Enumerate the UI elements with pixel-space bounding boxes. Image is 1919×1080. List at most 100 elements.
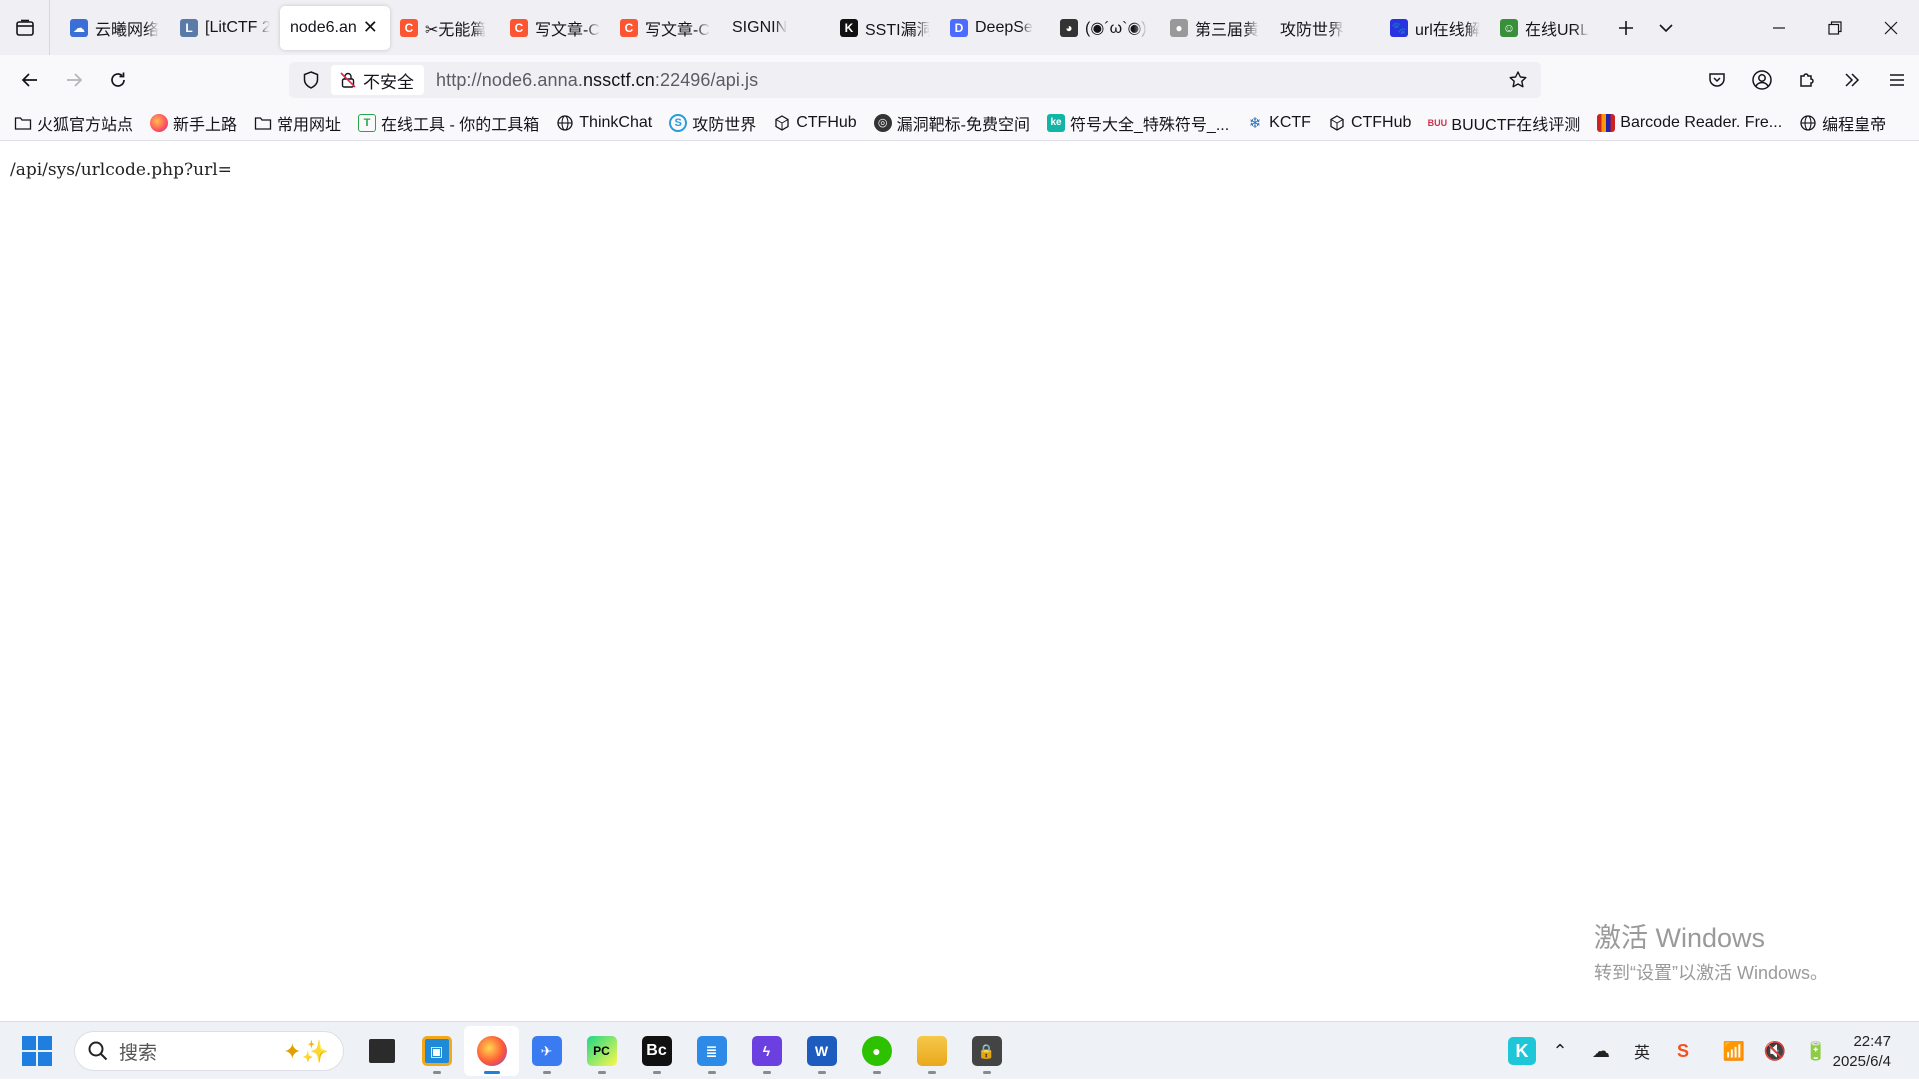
close-tab-icon[interactable]: ✕	[363, 17, 378, 38]
taskbar-app-remote[interactable]: ▣	[409, 1026, 464, 1076]
volume-muted-icon[interactable]: 🔇	[1758, 1034, 1792, 1068]
tab[interactable]: ☺ 在线URL	[1490, 6, 1600, 50]
bookmark-item[interactable]: ke 符号大全_特殊符号_...	[1047, 111, 1229, 135]
chevron-down-icon	[1659, 23, 1673, 32]
site-security-button[interactable]: 不安全	[331, 65, 424, 95]
csdn-favicon-icon: C	[620, 18, 638, 37]
tab[interactable]: ☁ 云曦网络	[60, 6, 170, 50]
kuaike-tray-icon[interactable]: K	[1508, 1037, 1536, 1065]
onedrive-offline-icon[interactable]: ☁	[1584, 1034, 1618, 1068]
pocket-button[interactable]	[1694, 60, 1739, 100]
taskbar-clock[interactable]: 22:47 2025/6/4	[1833, 1032, 1891, 1072]
bookmark-item[interactable]: ◎ 漏洞靶标-免费空间	[873, 111, 1030, 135]
close-window-button[interactable]	[1863, 0, 1919, 55]
battery-icon[interactable]: 🔋	[1799, 1034, 1833, 1068]
bookmark-item[interactable]: Barcode Reader. Fre...	[1597, 113, 1782, 132]
forward-button[interactable]	[52, 58, 96, 102]
tab-strip: ☁ 云曦网络 L [LitCTF 2 node6.an ✕ C ✂无能篇 C 写文章-C …	[50, 0, 1600, 55]
tab-label: SIGNIN	[732, 18, 788, 36]
account-icon	[1751, 70, 1772, 90]
tab[interactable]: ◕ (◉´ω`◉)	[1050, 6, 1160, 50]
taskbar-app-word[interactable]: W	[794, 1026, 849, 1076]
sogou-icon[interactable]: S	[1666, 1034, 1700, 1068]
tab[interactable]: C ✂无能篇	[390, 6, 500, 50]
bookmark-star-button[interactable]	[1503, 65, 1533, 95]
url-bar[interactable]: 不安全 http://node6.anna.nssctf.cn:22496/ap…	[289, 62, 1541, 98]
hamburger-icon	[1889, 74, 1904, 86]
taskbar-app-burp[interactable]: Bc	[629, 1026, 684, 1076]
tab-active[interactable]: node6.an ✕	[280, 5, 390, 50]
taskbar-app-firefox[interactable]	[464, 1026, 519, 1076]
baidu-favicon-icon: 🐾	[1390, 18, 1408, 37]
tab-label: (◉´ω`◉)	[1085, 19, 1147, 37]
tab-bar: ☁ 云曦网络 L [LitCTF 2 node6.an ✕ C ✂无能篇 C 写文章-C …	[0, 0, 1919, 55]
taskbar-app-explorer[interactable]	[904, 1026, 959, 1076]
wechat-icon: ●	[861, 1036, 892, 1066]
minimize-button[interactable]	[1751, 0, 1807, 55]
tab[interactable]: C 写文章-C	[610, 6, 720, 50]
tab[interactable]: SIGNIN	[720, 6, 830, 50]
taskbar-app-notepad[interactable]: ≣	[684, 1026, 739, 1076]
cube-icon	[773, 114, 791, 132]
task-view-button[interactable]	[354, 1026, 409, 1076]
account-button[interactable]	[1739, 60, 1784, 100]
tab[interactable]: C 写文章-C	[500, 6, 610, 50]
bookmark-item[interactable]: T 在线工具 - 你的工具箱	[358, 111, 539, 135]
bookmark-item[interactable]: 常用网址	[254, 111, 341, 135]
tab[interactable]: D DeepSe	[940, 6, 1050, 50]
reload-button[interactable]	[96, 58, 140, 102]
cube-icon	[1328, 114, 1346, 132]
tab-overflow-button[interactable]	[1646, 8, 1686, 48]
insecure-label: 不安全	[363, 72, 414, 92]
chevron-up-icon[interactable]: ⌃	[1543, 1034, 1577, 1068]
overflow-menu-button[interactable]	[1829, 60, 1874, 100]
tracking-protection-button[interactable]	[293, 62, 329, 98]
lightning-app-icon: ϟ	[751, 1036, 782, 1066]
tab[interactable]: K SSTI漏洞	[830, 6, 940, 50]
taskbar-app-bolt[interactable]: ϟ	[739, 1026, 794, 1076]
tab[interactable]: 攻防世界	[1270, 6, 1380, 50]
close-icon	[1884, 21, 1898, 34]
new-tab-button[interactable]	[1606, 8, 1646, 48]
bookmark-item[interactable]: ThinkChat	[556, 114, 652, 132]
bookmark-item[interactable]: 火狐官方站点	[14, 111, 133, 135]
bookmarks-toolbar: 火狐官方站点 新手上路 常用网址 T 在线工具 - 你的工具箱 ThinkChat…	[0, 105, 1919, 141]
tab[interactable]: ● 第三届黄	[1160, 6, 1270, 50]
tab-label: ✂无能篇	[425, 21, 487, 39]
tab[interactable]: 🐾 url在线解	[1380, 6, 1490, 50]
ime-icon[interactable]: 英	[1625, 1034, 1659, 1068]
bookmark-item[interactable]: 新手上路	[150, 111, 237, 135]
taskbar-app-vpn[interactable]: 🔒	[959, 1026, 1014, 1076]
bookmark-item[interactable]: BUU BUUCTF在线评测	[1427, 111, 1581, 135]
ke-icon: ke	[1047, 113, 1066, 132]
remote-desktop-icon: ▣	[421, 1036, 452, 1066]
list-all-tabs-button[interactable]	[0, 0, 50, 55]
bookmark-item[interactable]: ❄ KCTF	[1246, 114, 1311, 132]
copilot-sparkle-icon: ✦✨	[283, 1039, 329, 1064]
bookmark-item[interactable]: S 攻防世界	[669, 111, 756, 135]
app-menu-button[interactable]	[1874, 60, 1919, 100]
deepseek-favicon-icon: D	[950, 18, 968, 37]
page-content: /api/sys/urlcode.php?url= 激活 Windows 转到“…	[0, 141, 1919, 1021]
frog-favicon-icon: ☺	[1500, 18, 1518, 37]
taskbar-search-box[interactable]: 搜索 ✦✨	[74, 1031, 344, 1071]
bookmark-item[interactable]: CTFHub	[1328, 114, 1411, 132]
extensions-button[interactable]	[1784, 60, 1829, 100]
wifi-icon[interactable]: 📶	[1717, 1034, 1751, 1068]
tab[interactable]: L [LitCTF 2	[170, 6, 280, 50]
url-host: nssctf.cn	[582, 69, 655, 90]
taskbar-app-pycharm[interactable]: PC	[574, 1026, 629, 1076]
buu-icon: BUU	[1427, 117, 1448, 128]
start-button[interactable]	[22, 1036, 52, 1066]
bookmark-item[interactable]: CTFHub	[773, 114, 857, 132]
bookmark-item[interactable]: 编程皇帝	[1799, 111, 1886, 135]
clock-date: 2025/6/4	[1832, 1053, 1891, 1070]
restore-button[interactable]	[1807, 0, 1863, 55]
taskbar-app-wechat[interactable]: ●	[849, 1026, 904, 1076]
minimize-icon	[1773, 26, 1785, 29]
url-text[interactable]: http://node6.anna.nssctf.cn:22496/api.js	[436, 70, 758, 91]
taskbar-app-feishu[interactable]: ✈	[519, 1026, 574, 1076]
adworld-icon: S	[669, 113, 688, 132]
search-icon	[88, 1041, 108, 1061]
back-button[interactable]	[8, 58, 52, 102]
